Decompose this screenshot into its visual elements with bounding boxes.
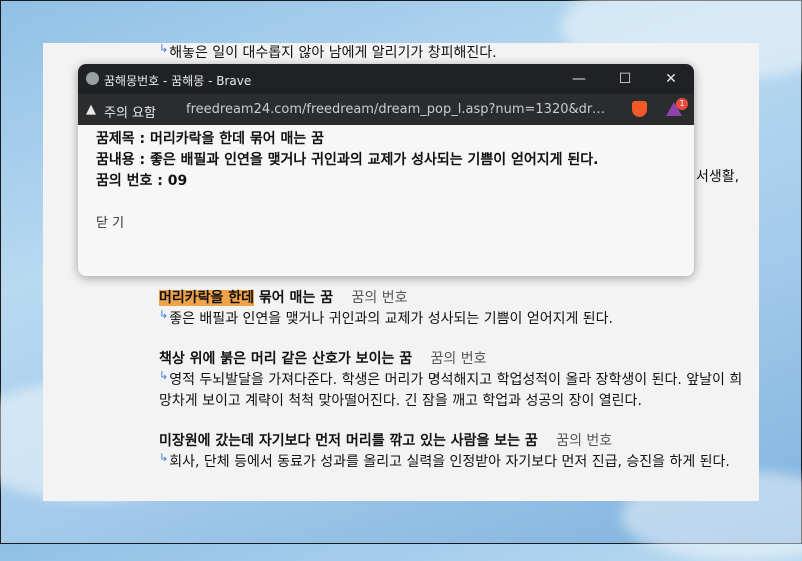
- dream-entry: 책상 위에 붉은 머리 같은 산호가 보이는 꿈 꿈의 번호 ↳영적 두뇌발달을…: [159, 349, 744, 412]
- url-text[interactable]: freedream24.com/freedream/dream_pop_l.as…: [186, 102, 606, 117]
- dream-entry: 머리카락을 한데 묶어 매는 꿈 꿈의 번호 ↳좋은 배필과 인연을 맺거나 귀…: [159, 288, 744, 330]
- entry-desc: 좋은 배필과 인연을 맺거나 귀인과의 교제가 성사되는 기쁨이 얻어지게 된다…: [169, 311, 613, 327]
- minimize-button[interactable]: —: [556, 64, 602, 94]
- reply-arrow-icon: ↳: [159, 308, 169, 321]
- partial-text: 서생활,: [696, 169, 740, 185]
- dream-title: 머리카락을 한데 묶어 매는 꿈: [150, 131, 325, 147]
- prev-entry-desc: ↳해놓은 일이 대수롭지 않아 남에게 알리기가 창피해진다.: [159, 42, 497, 61]
- entry-title-highlight[interactable]: 머리카락을 한데: [159, 290, 255, 306]
- close-window-button[interactable]: ✕: [648, 64, 694, 94]
- popup-content: 꿈제목 : 머리카락을 한데 묶어 매는 꿈 꿈내용 : 좋은 배필과 인연을 …: [78, 125, 694, 192]
- reply-arrow-icon: ↳: [159, 42, 169, 55]
- reply-arrow-icon: ↳: [159, 369, 169, 382]
- entry-desc: 영적 두뇌발달을 가져다준다. 학생은 머리가 명석해지고 학업성적이 올라 장…: [159, 372, 743, 409]
- popup-window: 꿈해몽번호 - 꿈해몽 - Brave — ☐ ✕ ▲ 주의 요함 freedr…: [78, 64, 694, 276]
- dream-number: 09: [167, 173, 188, 189]
- dream-entry: 미장원에 갔는데 자기보다 먼저 머리를 깎고 있는 사람을 보는 꿈 꿈의 번…: [159, 431, 744, 473]
- globe-icon: [86, 72, 99, 85]
- security-warning-label[interactable]: 주의 요함: [104, 102, 156, 121]
- dream-number-link[interactable]: 꿈의 번호: [556, 433, 612, 449]
- address-bar: ▲ 주의 요함 freedream24.com/freedream/dream_…: [78, 94, 694, 125]
- maximize-button[interactable]: ☐: [602, 64, 648, 94]
- notification-badge: 1: [676, 98, 688, 110]
- warning-icon[interactable]: ▲: [86, 102, 96, 117]
- title-bar[interactable]: 꿈해몽번호 - 꿈해몽 - Brave — ☐ ✕: [78, 64, 694, 94]
- entry-title[interactable]: 묶어 매는 꿈: [254, 290, 333, 306]
- dream-title-row: 꿈제목 : 머리카락을 한데 묶어 매는 꿈: [96, 131, 325, 147]
- entry-desc: 회사, 단체 등에서 동료가 성과를 올리고 실력을 인정받아 자기보다 먼저 …: [169, 454, 730, 470]
- brave-shields-icon[interactable]: [632, 101, 647, 117]
- dream-content-row: 꿈내용 : 좋은 배필과 인연을 맺거나 귀인과의 교제가 성사되는 기쁨이 얻…: [96, 152, 599, 168]
- dream-number-link[interactable]: 꿈의 번호: [431, 351, 487, 367]
- entry-title[interactable]: 미장원에 갔는데 자기보다 먼저 머리를 깎고 있는 사람을 보는 꿈: [159, 433, 538, 449]
- dream-number-row: 꿈의 번호 : 09: [96, 173, 188, 189]
- close-link[interactable]: 닫 기: [96, 212, 124, 231]
- reply-arrow-icon: ↳: [159, 451, 169, 464]
- entry-title[interactable]: 책상 위에 붉은 머리 같은 산호가 보이는 꿈: [159, 351, 412, 367]
- window-title: 꿈해몽번호 - 꿈해몽 - Brave: [104, 74, 252, 88]
- dream-content: 좋은 배필과 인연을 맺거나 귀인과의 교제가 성사되는 기쁨이 얻어지게 된다…: [150, 152, 599, 168]
- dream-number-link[interactable]: 꿈의 번호: [352, 290, 408, 306]
